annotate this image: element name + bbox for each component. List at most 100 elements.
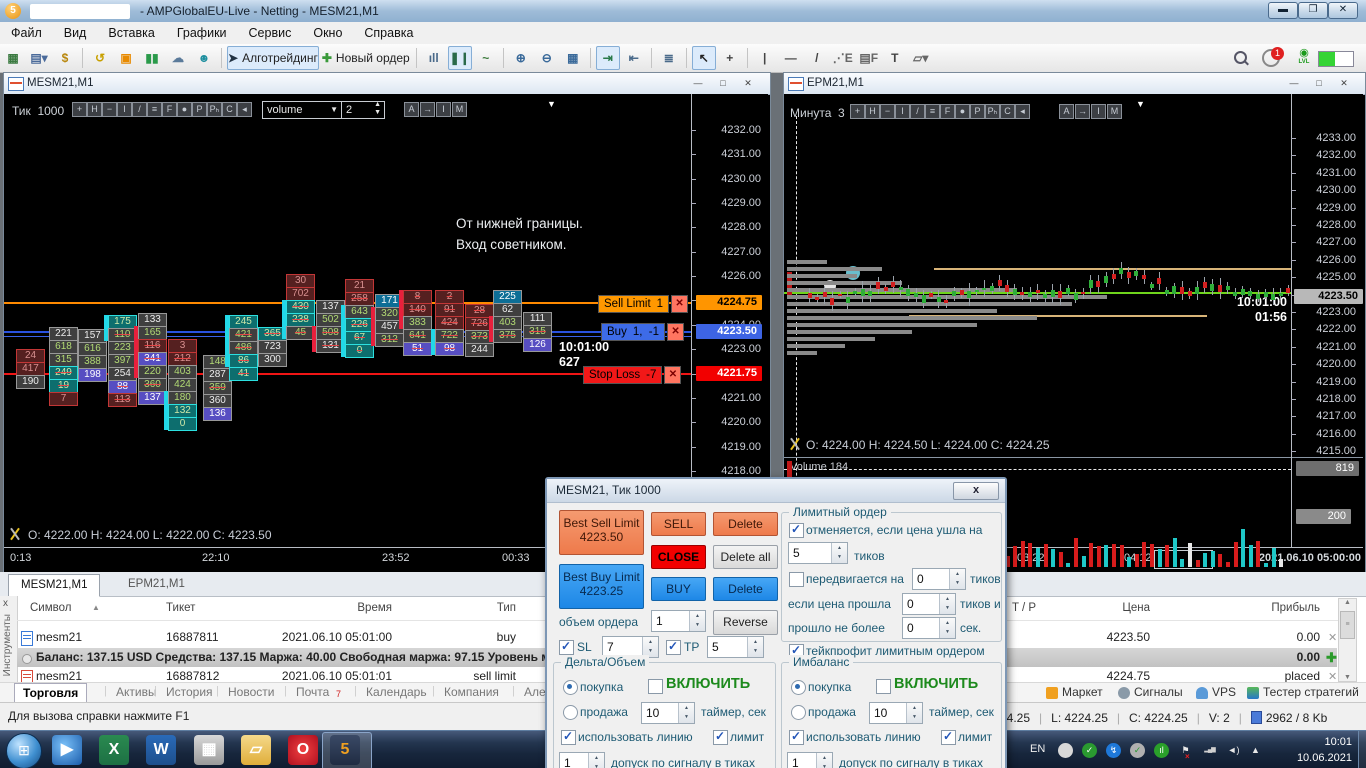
table-scrollbar[interactable]: ▲ ≡ ▼ — [1338, 598, 1357, 682]
spinner-down-icon[interactable]: ▼ — [950, 579, 965, 588]
opera-icon[interactable]: O — [288, 735, 318, 765]
vps-cloud-icon[interactable]: ☁ — [166, 46, 190, 70]
menu-item-0[interactable]: Файл — [0, 22, 53, 44]
bars-chart-icon[interactable]: ıll — [422, 46, 446, 70]
sell-limit-tag-label[interactable]: Sell Limit 1 — [598, 295, 670, 313]
cancel-ticks-stepper[interactable]: 5 ▲ ▼ — [788, 542, 848, 564]
mode-button-Ⅰ[interactable]: Ⅰ — [1091, 104, 1106, 119]
col-profit[interactable]: Прибыль — [1220, 596, 1320, 620]
buy-position-tag-label[interactable]: Buy 1, -1 — [601, 323, 666, 341]
signal-bars-icon[interactable]: ▂▄▆ — [1202, 743, 1217, 758]
service-0[interactable]: Маркет — [1062, 683, 1103, 702]
panel-button-●[interactable]: ● — [955, 104, 970, 119]
mode-button-M[interactable]: M — [452, 102, 467, 117]
panel-button-+[interactable]: + — [72, 102, 87, 117]
panel-button-C[interactable]: C — [1000, 104, 1015, 119]
spinner-down-icon[interactable]: ▼ — [679, 713, 694, 722]
fibo-fan-icon[interactable]: ▤F — [857, 46, 881, 70]
candles-chart-icon[interactable]: ❚❙ — [447, 46, 472, 70]
sl-stepper-arrows[interactable]: ▲ ▼ — [642, 637, 658, 657]
language-indicator[interactable]: EN — [1030, 743, 1045, 755]
buy-button[interactable]: BUY — [651, 577, 706, 601]
delta-buy-radio[interactable] — [563, 680, 578, 695]
tab-1[interactable]: Активы — [116, 683, 157, 702]
order-volume-stepper-arrows[interactable]: ▲ ▼ — [689, 611, 705, 631]
col-ticket[interactable]: Тикет — [166, 596, 195, 620]
new-order-button[interactable]: ✚ Новый ордер — [321, 46, 411, 70]
cluster-size-stepper[interactable]: 2 ▲ ▼ — [341, 101, 385, 119]
spinner-up-icon[interactable]: ▲ — [817, 754, 832, 763]
spinner-up-icon[interactable]: ▲ — [940, 619, 955, 628]
col-tp[interactable]: T / P — [1012, 596, 1036, 620]
imbalance-timer-stepper-arrows[interactable]: ▲ ▼ — [906, 703, 922, 723]
delta-tolerance-stepper-arrows[interactable]: ▲ ▼ — [588, 753, 604, 768]
indicators-icon[interactable]: ▮▮ — [140, 46, 164, 70]
cancel-if-checkbox[interactable] — [789, 522, 804, 538]
auto-scroll-icon[interactable]: ⇥ — [595, 46, 620, 70]
menu-item-5[interactable]: Окно — [302, 22, 353, 44]
spinner-up-icon[interactable]: ▲ — [832, 544, 847, 553]
delta-timer-stepper-arrows[interactable]: ▲ ▼ — [678, 703, 694, 723]
stop-loss-tag-label[interactable]: Stop Loss -7 — [583, 366, 663, 384]
scroll-thumb[interactable]: ≡ — [1340, 611, 1355, 639]
show-desktop-button[interactable] — [1358, 731, 1366, 768]
tp-stepper-arrows[interactable]: ▲ ▼ — [747, 637, 763, 657]
explorer-folder-icon[interactable]: ▱ — [241, 735, 271, 765]
service-3[interactable]: Тестер стратегий — [1263, 683, 1359, 702]
move-ticks-stepper-arrows[interactable]: ▲ ▼ — [949, 569, 965, 589]
mode-button-→[interactable]: → — [420, 102, 435, 117]
panel-button-I[interactable]: I — [895, 104, 910, 119]
panel-button-−[interactable]: − — [880, 104, 895, 119]
elapsed-stepper-arrows[interactable]: ▲ ▼ — [939, 618, 955, 638]
minimize-button[interactable]: ▬ — [1268, 2, 1298, 19]
passed-ticks-stepper-arrows[interactable]: ▲ ▼ — [939, 594, 955, 614]
spinner-down-icon[interactable]: ▼ — [832, 553, 847, 562]
chart-shift-icon[interactable]: ⇤ — [622, 46, 646, 70]
taskbar-clock[interactable]: 10:01 10.06.2021 — [1278, 734, 1352, 766]
horizontal-line-icon[interactable]: — — [779, 46, 803, 70]
indicator-separator[interactable] — [784, 457, 1363, 458]
start-button[interactable]: ⊞ — [6, 733, 42, 768]
menu-item-1[interactable]: Вид — [53, 22, 98, 44]
chart-close-button[interactable]: ✕ — [738, 77, 758, 91]
panel-button-/[interactable]: / — [132, 102, 147, 117]
sl-checkbox[interactable] — [559, 639, 574, 655]
mode-button-A[interactable]: A — [1059, 104, 1074, 119]
sync-flag-icon[interactable]: ⚑ × — [1178, 743, 1193, 761]
search-icon[interactable] — [1234, 51, 1249, 66]
buy-position-tag-close-icon[interactable]: ✕ — [667, 323, 685, 341]
spinner-down-icon[interactable]: ▼ — [940, 604, 955, 613]
templates-icon[interactable]: ≣ — [657, 46, 681, 70]
best-sell-limit-button[interactable]: Best Sell Limit 4223.50 — [559, 510, 644, 555]
zoom-in-icon[interactable]: ⊕ — [509, 46, 533, 70]
imbalance-useline-checkbox[interactable] — [789, 729, 804, 745]
speaker-icon[interactable]: ◄) — [1226, 743, 1241, 758]
lightning-icon[interactable]: ↯ — [1106, 743, 1121, 758]
calculator-icon[interactable]: ▦ — [194, 735, 224, 765]
elapsed-stepper[interactable]: 0 ▲ ▼ — [902, 617, 956, 639]
best-buy-limit-button[interactable]: Best Buy Limit 4223.25 — [559, 564, 644, 609]
eject-icon[interactable]: ▲ — [1248, 743, 1263, 758]
tile-windows-icon[interactable]: ▦ — [561, 46, 585, 70]
notifications-icon[interactable]: 1 — [1262, 47, 1284, 67]
word-icon[interactable]: W — [146, 735, 176, 765]
dialog-titlebar[interactable]: MESM21, Тик 1000 x — [547, 479, 1005, 503]
sell-limit-tag-close-icon[interactable]: ✕ — [671, 295, 689, 313]
tab-5[interactable]: Календарь — [366, 683, 427, 702]
panel-button-H[interactable]: H — [87, 102, 102, 117]
mode-button-→[interactable]: → — [1075, 104, 1090, 119]
imbalance-tolerance-stepper[interactable]: 1 ▲ ▼ — [787, 752, 833, 768]
chart-collapse-arrow[interactable]: ▼ — [547, 99, 556, 109]
scroll-up-icon[interactable]: ▲ — [1339, 599, 1356, 606]
tab-mesm21[interactable]: MESM21,M1 — [8, 574, 101, 597]
spinner-up-icon[interactable]: ▲ — [643, 638, 658, 647]
tab-2[interactable]: История — [166, 683, 213, 702]
imbalance-buy-radio[interactable] — [791, 680, 806, 695]
menu-item-3[interactable]: Графики — [166, 22, 238, 44]
panel-button-I[interactable]: I — [117, 102, 132, 117]
text-tool-icon[interactable]: T — [883, 46, 907, 70]
chart-maximize-button[interactable]: □ — [1309, 77, 1329, 91]
metatrader-icon[interactable]: 5 — [330, 735, 360, 765]
delta-sell-radio[interactable] — [563, 705, 578, 720]
panel-button-P[interactable]: P — [192, 102, 207, 117]
